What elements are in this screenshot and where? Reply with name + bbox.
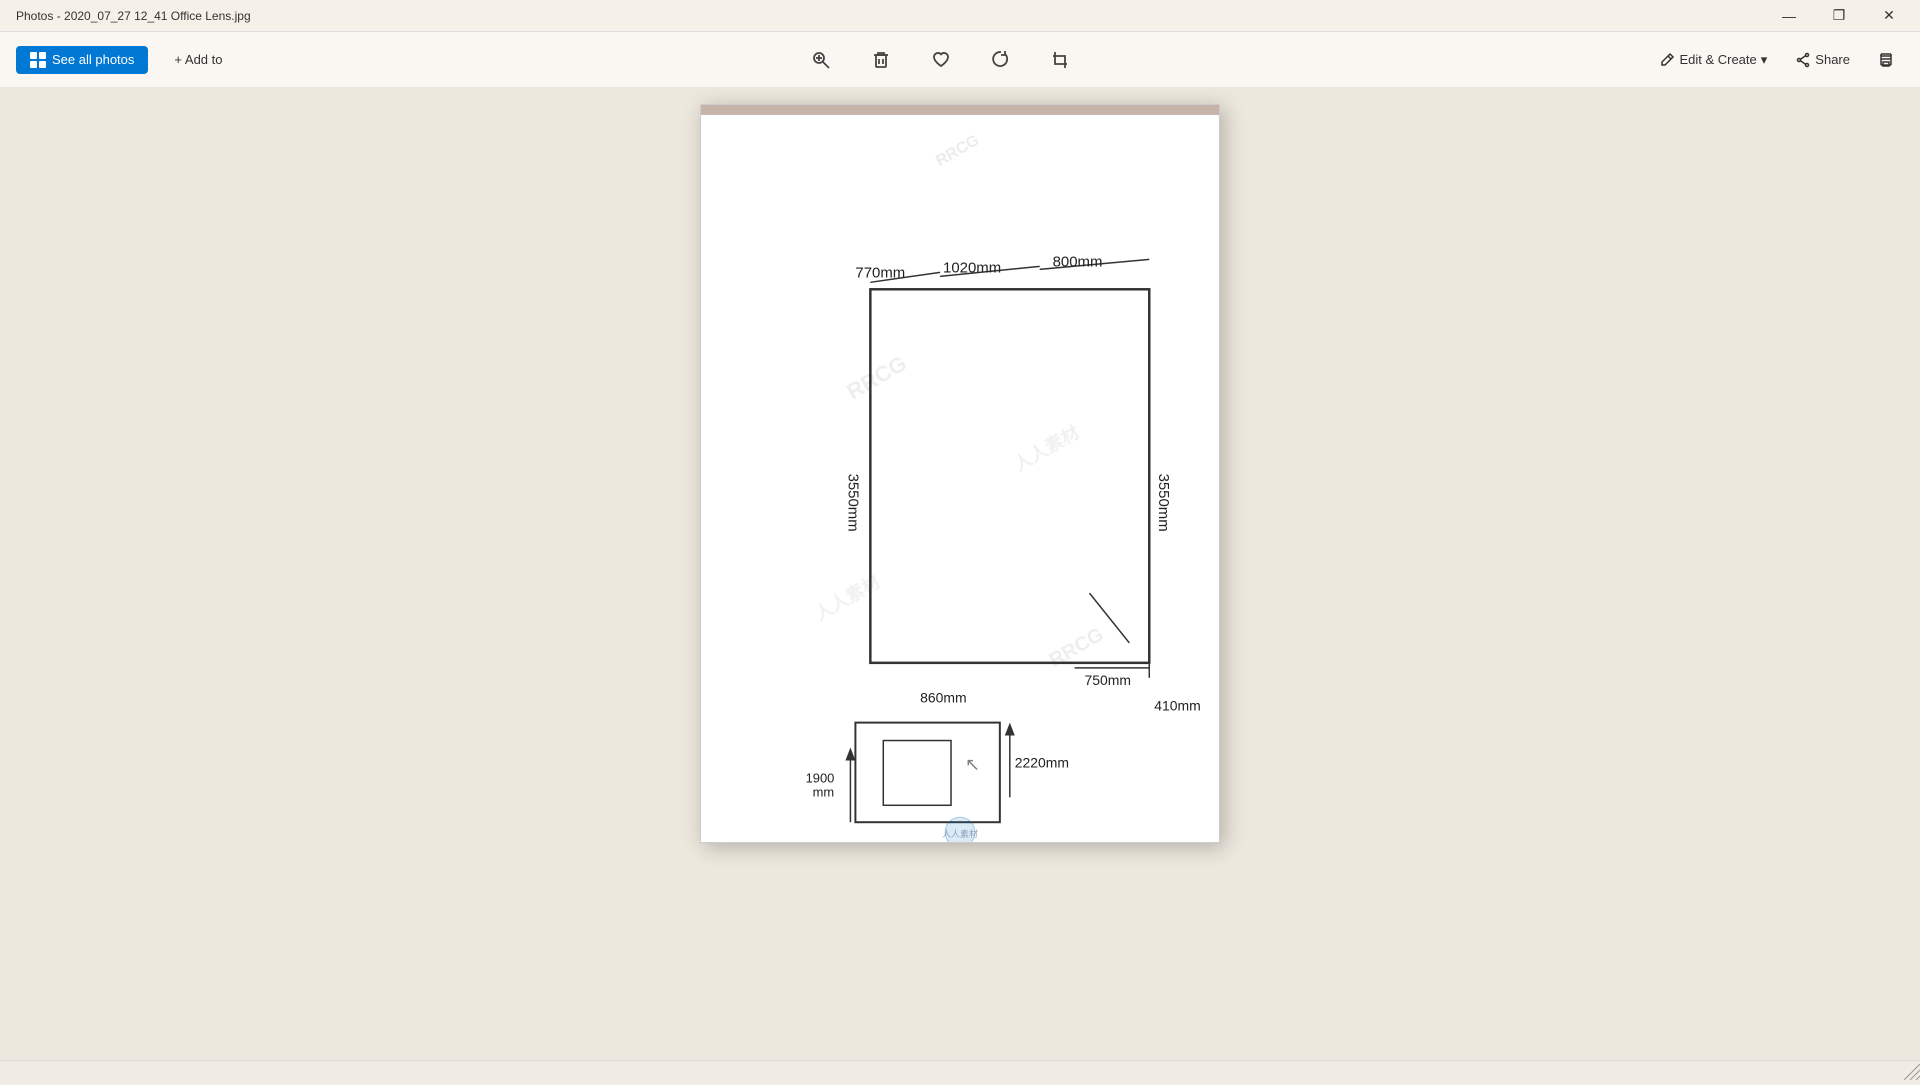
svg-text:750mm: 750mm	[1085, 672, 1131, 688]
rotate-button[interactable]	[981, 44, 1021, 76]
share-icon	[1795, 52, 1811, 68]
svg-text:860mm: 860mm	[920, 690, 966, 706]
titlebar-title: Photos - 2020_07_27 12_41 Office Lens.jp…	[8, 9, 251, 23]
crop-icon	[1051, 50, 1071, 70]
delete-icon	[871, 50, 891, 70]
favorite-button[interactable]	[921, 44, 961, 76]
sketch-image: RRCG RRCG 人人素材 人人素材 RRCG 770mm 1020mm 80…	[701, 105, 1219, 842]
svg-text:410mm: 410mm	[1154, 698, 1200, 714]
delete-button[interactable]	[861, 44, 901, 76]
heart-icon	[931, 50, 951, 70]
photo-container: RRCG RRCG 人人素材 人人素材 RRCG 770mm 1020mm 80…	[700, 104, 1220, 843]
svg-text:2220mm: 2220mm	[1015, 754, 1069, 770]
titlebar: Photos - 2020_07_27 12_41 Office Lens.jp…	[0, 0, 1920, 32]
svg-text:770mm: 770mm	[855, 264, 905, 281]
bottom-bar	[0, 1060, 1920, 1080]
svg-text:3550mm: 3550mm	[1155, 474, 1172, 532]
rotate-icon	[991, 50, 1011, 70]
crop-button[interactable]	[1041, 44, 1081, 76]
svg-text:3550mm: 3550mm	[844, 474, 861, 532]
share-button[interactable]: Share	[1785, 46, 1860, 74]
toolbar: See all photos + Add to	[0, 32, 1920, 88]
svg-text:mm: mm	[813, 784, 835, 799]
toolbar-center	[232, 44, 1649, 76]
svg-text:人人素材: 人人素材	[942, 828, 978, 839]
photos-icon	[30, 52, 46, 68]
svg-text:800mm: 800mm	[1053, 253, 1103, 270]
restore-button[interactable]: ❐	[1816, 0, 1862, 32]
svg-text:1900: 1900	[806, 770, 835, 785]
resize-handle[interactable]	[1904, 1064, 1920, 1080]
svg-text:1020mm: 1020mm	[943, 259, 1001, 276]
toolbar-right: Edit & Create ▾ Share	[1649, 46, 1904, 74]
zoom-icon	[811, 50, 831, 70]
titlebar-controls: — ❐ ✕	[1766, 0, 1912, 32]
close-button[interactable]: ✕	[1866, 0, 1912, 32]
add-to-button[interactable]: + Add to	[164, 46, 232, 73]
edit-icon	[1659, 52, 1675, 68]
svg-text:↖: ↖	[965, 754, 980, 774]
print-button[interactable]	[1868, 46, 1904, 74]
main-content: RRCG RRCG 人人素材 人人素材 RRCG 770mm 1020mm 80…	[0, 88, 1920, 1080]
zoom-button[interactable]	[801, 44, 841, 76]
resize-icon	[1904, 1064, 1920, 1080]
print-icon	[1878, 52, 1894, 68]
edit-create-button[interactable]: Edit & Create ▾	[1649, 46, 1777, 74]
minimize-button[interactable]: —	[1766, 0, 1812, 32]
see-all-photos-button[interactable]: See all photos	[16, 46, 148, 74]
